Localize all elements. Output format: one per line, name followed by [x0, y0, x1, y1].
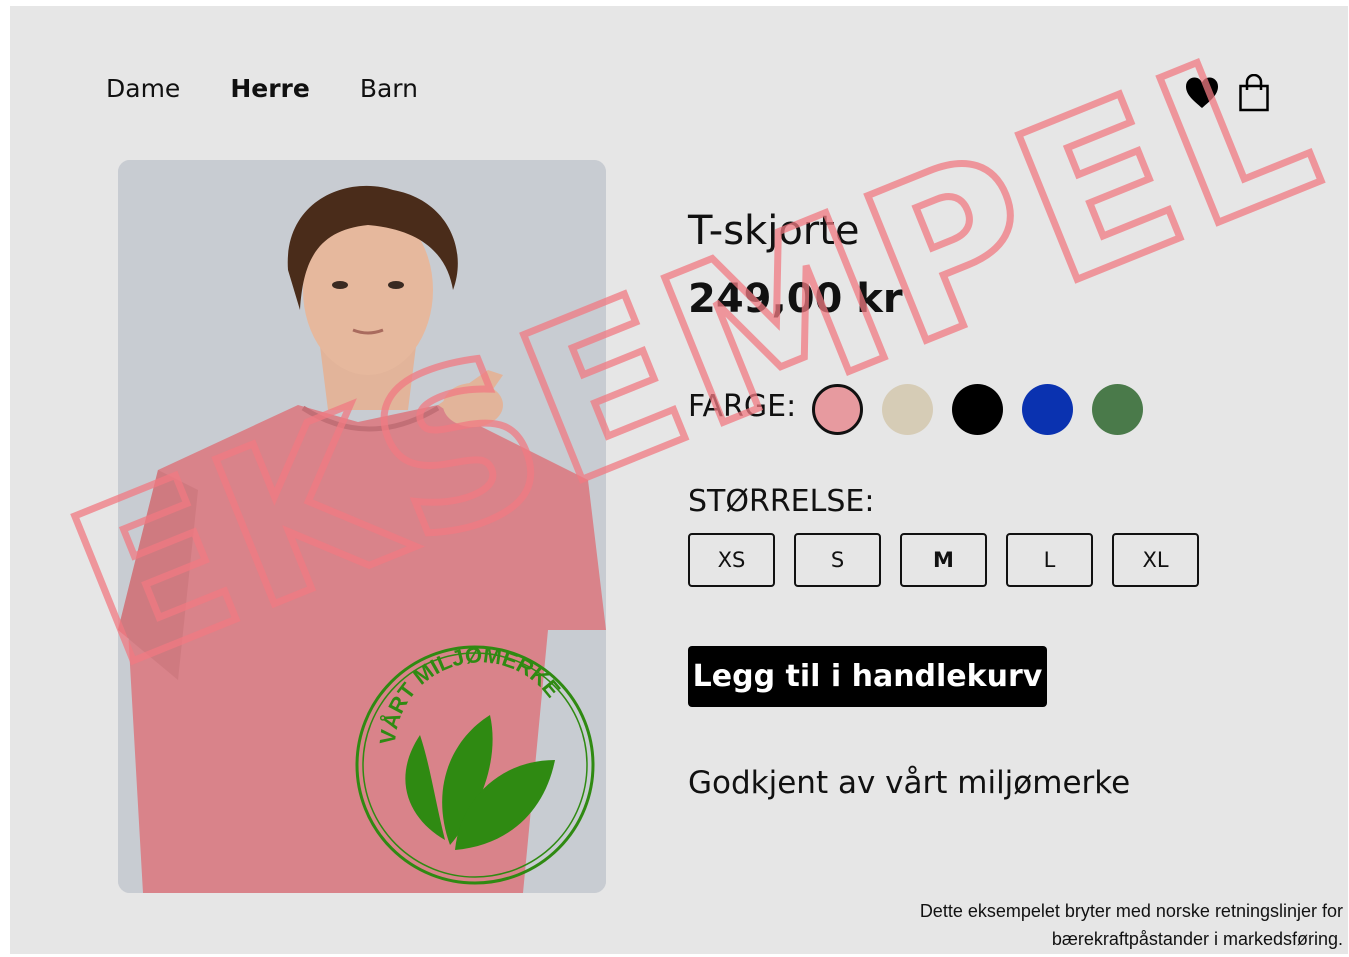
main-nav: Dame Herre Barn — [106, 74, 418, 103]
size-button-m[interactable]: M — [900, 533, 987, 587]
disclaimer-line-1: Dette eksempelet bryter med norske retni… — [919, 901, 1343, 921]
size-button-s[interactable]: S — [794, 533, 881, 587]
nav-item-herre[interactable]: Herre — [230, 74, 310, 103]
add-to-cart-button[interactable]: Legg til i handlekurv — [688, 646, 1047, 707]
size-button-l[interactable]: L — [1006, 533, 1093, 587]
nav-item-barn[interactable]: Barn — [360, 74, 418, 103]
shopping-bag-icon[interactable] — [1238, 74, 1270, 112]
size-label: STØRRELSE: — [688, 484, 875, 519]
product-price: 249,00 kr — [688, 276, 903, 322]
color-swatch-blue[interactable] — [1022, 384, 1073, 435]
leaf-icon — [405, 735, 445, 840]
size-options: XS S M L XL — [688, 533, 1199, 587]
product-title: T-skjorte — [688, 208, 860, 254]
stamp-text: VÅRT MILJØMERKE — [375, 642, 566, 746]
nav-item-dame[interactable]: Dame — [106, 74, 180, 103]
disclaimer-line-2: bærekraftpåstander i markedsføring. — [1051, 929, 1343, 949]
color-swatch-pink[interactable] — [812, 384, 863, 435]
header-icons — [1184, 74, 1270, 112]
eco-claim-text: Godkjent av vårt miljømerke — [688, 765, 1131, 801]
size-button-xs[interactable]: XS — [688, 533, 775, 587]
size-button-xl[interactable]: XL — [1112, 533, 1199, 587]
color-swatch-beige[interactable] — [882, 384, 933, 435]
eco-label-stamp: VÅRT MILJØMERKE — [355, 642, 595, 885]
color-swatch-black[interactable] — [952, 384, 1003, 435]
heart-icon[interactable] — [1184, 75, 1220, 111]
color-swatch-green[interactable] — [1092, 384, 1143, 435]
color-label: FARGE: — [688, 389, 797, 424]
color-swatches — [812, 384, 1143, 435]
disclaimer-note: Dette eksempelet bryter med norske retni… — [920, 897, 1343, 953]
